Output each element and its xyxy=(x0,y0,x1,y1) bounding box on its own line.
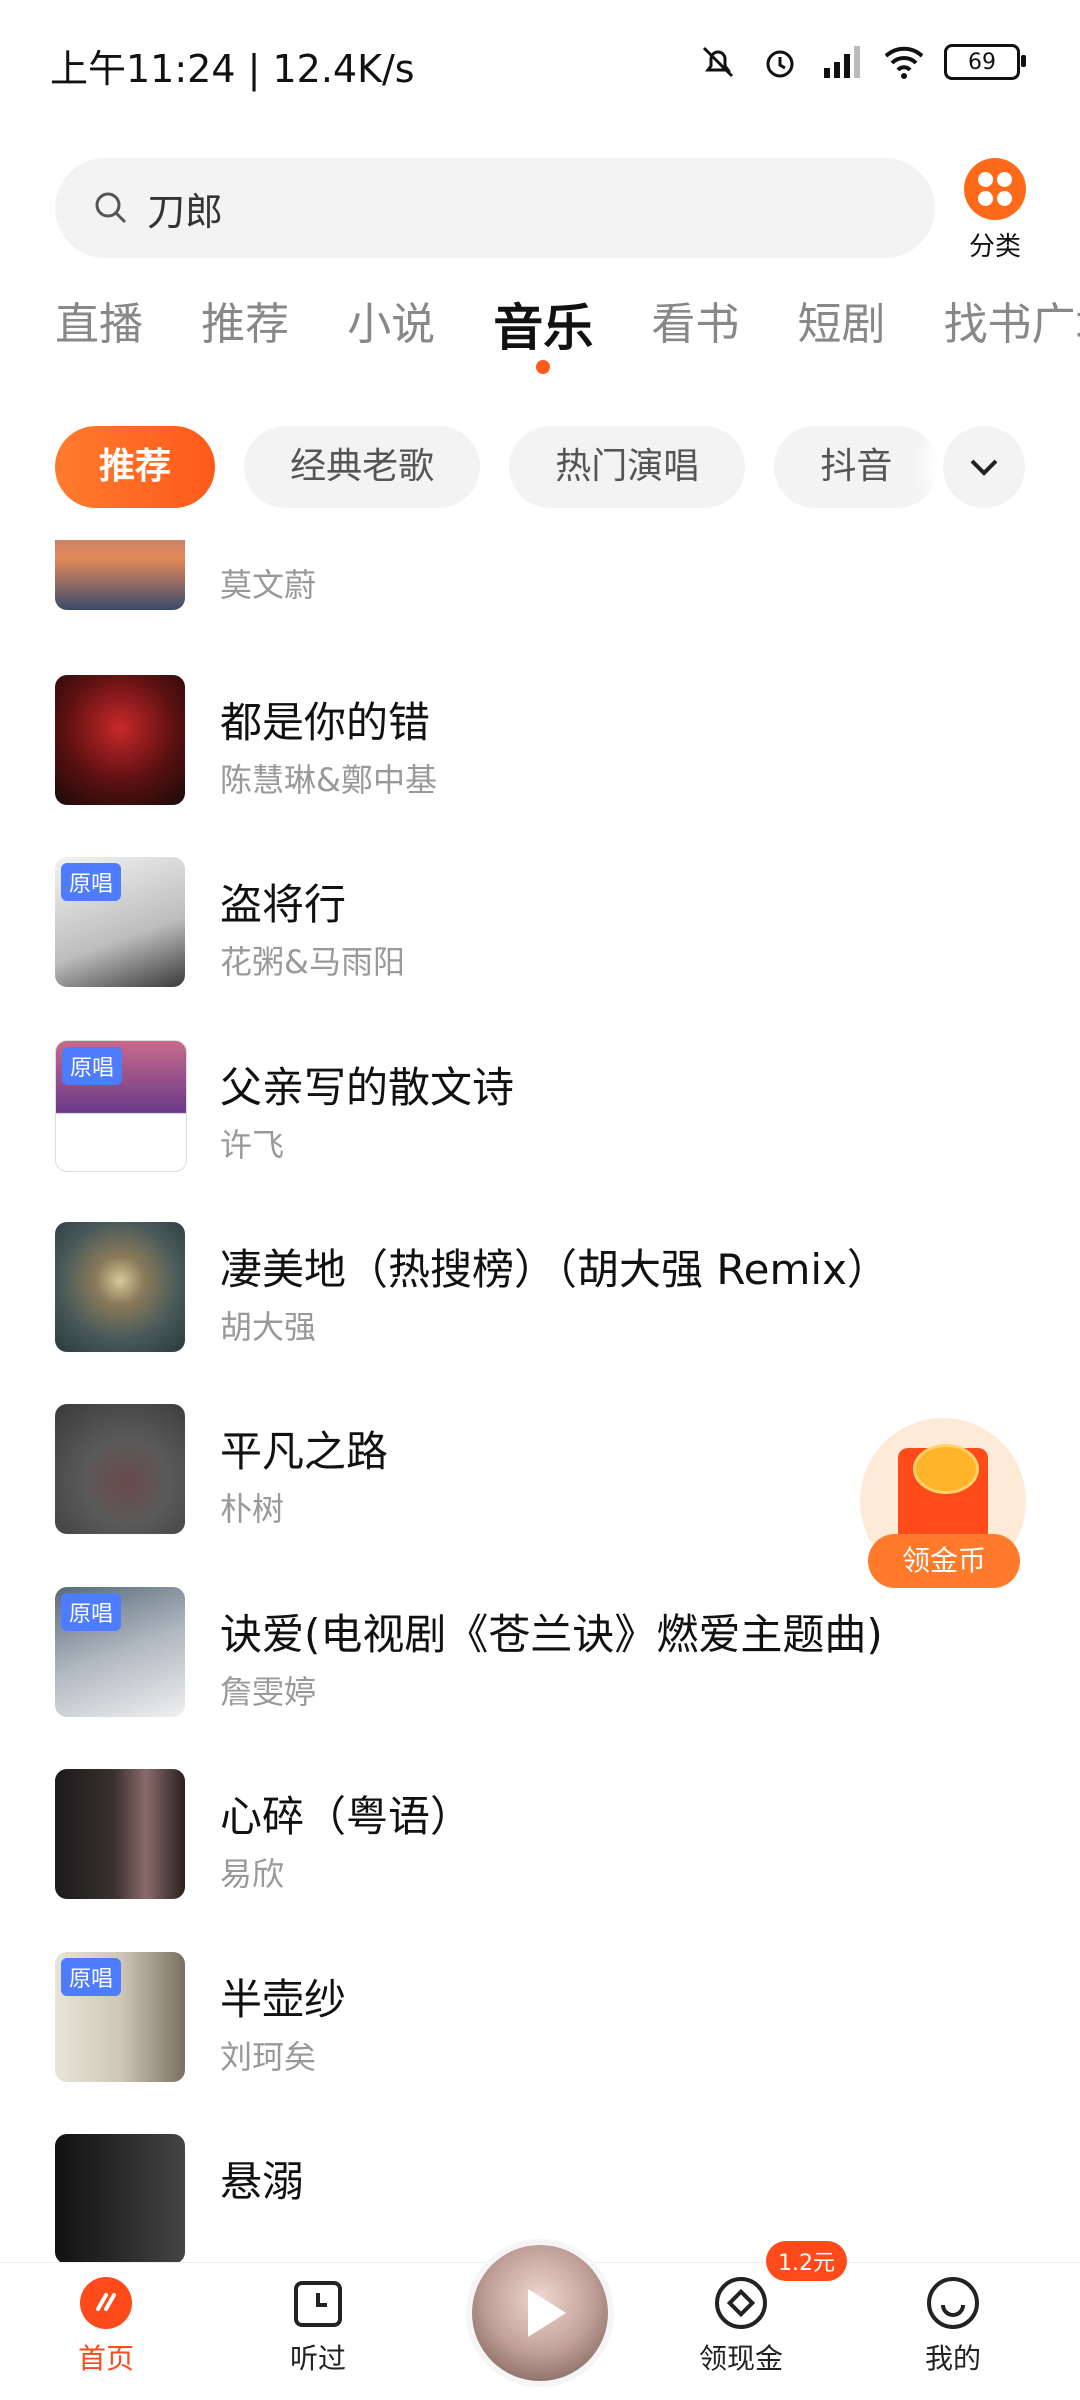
chip-douyin[interactable]: 抖音 xyxy=(774,426,939,508)
song-artist: 詹雯婷 xyxy=(220,1673,317,1711)
reward-label: 领金币 xyxy=(868,1534,1020,1588)
search-icon xyxy=(95,192,127,224)
song-artist: 易欣 xyxy=(220,1855,285,1893)
red-envelope-icon xyxy=(898,1444,988,1548)
grid-icon xyxy=(964,158,1026,220)
mute-bell-icon xyxy=(696,40,740,84)
nav-history-label: 听过 xyxy=(289,2342,346,2375)
song-artist: 许飞 xyxy=(220,1126,285,1164)
song-title: 半壶纱 xyxy=(220,1975,347,2024)
song-artist: 刘珂矣 xyxy=(220,2038,317,2076)
album-cover xyxy=(55,675,185,805)
main-tabs: 直播 推荐 小说 音乐 看书 短剧 找书广场 xyxy=(55,288,1080,378)
song-row[interactable]: 原唱 父亲写的散文诗 许飞 xyxy=(0,1040,1080,1226)
tab-music-label: 音乐 xyxy=(493,299,594,357)
song-artist: 莫文蔚 xyxy=(220,566,317,604)
album-cover: 原唱 xyxy=(55,1952,185,2082)
song-title: 心碎（粤语） xyxy=(220,1792,473,1841)
signal-icon xyxy=(820,40,864,84)
reward-float-button[interactable]: 领金币 xyxy=(860,1418,1026,1593)
song-row[interactable]: 原唱 诀爱(电视剧《苍兰诀》燃爱主题曲) 詹雯婷 xyxy=(0,1587,1080,1773)
original-badge: 原唱 xyxy=(61,1958,122,1996)
song-title: 父亲写的散文诗 xyxy=(220,1063,515,1112)
song-row[interactable]: 原唱 盗将行 花粥&马雨阳 xyxy=(0,857,1080,1043)
search-input[interactable]: 刀郎 xyxy=(55,158,935,258)
bottom-nav: 首页 听过 领现金 1.2元 我的 xyxy=(0,2241,1080,2400)
alarm-icon xyxy=(758,40,802,84)
now-playing-button[interactable] xyxy=(472,2245,608,2381)
album-cover xyxy=(55,1769,185,1899)
original-badge: 原唱 xyxy=(61,863,122,901)
song-artist: 朴树 xyxy=(220,1490,285,1528)
song-row[interactable]: 原唱 半壶纱 刘珂矣 xyxy=(0,1952,1080,2138)
song-title: 都是你的错 xyxy=(220,698,431,747)
song-row[interactable]: 心碎（粤语） 易欣 xyxy=(0,1769,1080,1955)
song-artist: 胡大强 xyxy=(220,1308,317,1346)
song-row[interactable]: 凄美地（热搜榜）（胡大强 Remix） 胡大强 xyxy=(0,1222,1080,1408)
status-time: 上午11:24 | 12.4K/s xyxy=(50,47,415,91)
album-cover xyxy=(55,1404,185,1534)
song-artist: 花粥&马雨阳 xyxy=(220,943,405,981)
wifi-icon xyxy=(882,40,926,84)
search-query: 刀郎 xyxy=(147,189,224,234)
nav-home[interactable]: 首页 xyxy=(41,2275,171,2377)
song-title: 悬溺 xyxy=(220,2157,305,2206)
tab-music[interactable]: 音乐 xyxy=(493,288,594,374)
song-artist: 陈慧琳&鄭中基 xyxy=(220,761,437,799)
filter-chips: 推荐 经典老歌 热门演唱 抖音 xyxy=(55,426,1015,508)
song-list: 莫文蔚 都是你的错 陈慧琳&鄭中基 原唱 盗将行 花粥&马雨阳 原唱 父亲写的散… xyxy=(0,540,1080,2262)
nav-home-label: 首页 xyxy=(77,2342,134,2375)
gold-coin-icon xyxy=(913,1444,979,1494)
tab-live[interactable]: 直播 xyxy=(55,288,143,352)
album-cover xyxy=(55,2134,185,2262)
song-row[interactable]: 莫文蔚 xyxy=(0,540,1080,666)
album-cover xyxy=(55,1222,185,1352)
nav-cash[interactable]: 领现金 xyxy=(676,2275,806,2377)
tab-recommend[interactable]: 推荐 xyxy=(201,288,289,352)
app-screen: 上午11:24 | 12.4K/s 69 刀郎 分类 直播 推荐 小说 音乐 看… xyxy=(0,0,1080,2400)
chevron-down-icon xyxy=(970,459,998,476)
status-bar: 上午11:24 | 12.4K/s 69 xyxy=(0,0,1080,128)
original-badge: 原唱 xyxy=(62,1047,123,1085)
expand-chips-button[interactable] xyxy=(943,426,1025,508)
song-title: 平凡之路 xyxy=(220,1427,389,1476)
tab-reading[interactable]: 看书 xyxy=(651,288,739,352)
album-cover xyxy=(55,540,185,610)
original-badge: 原唱 xyxy=(61,1593,122,1631)
chip-hot-singing[interactable]: 热门演唱 xyxy=(509,426,746,508)
nav-mine-label: 我的 xyxy=(924,2342,981,2375)
song-title: 诀爱(电视剧《苍兰诀》燃爱主题曲) xyxy=(220,1610,883,1659)
category-label: 分类 xyxy=(968,232,1021,262)
play-icon xyxy=(528,2289,566,2337)
coin-diamond-icon xyxy=(713,2275,769,2331)
nav-history[interactable]: 听过 xyxy=(253,2275,383,2377)
nav-cash-label: 领现金 xyxy=(698,2342,783,2375)
tab-short-drama[interactable]: 短剧 xyxy=(797,288,885,352)
tab-novel[interactable]: 小说 xyxy=(347,288,435,352)
active-tab-indicator xyxy=(536,360,551,374)
history-icon xyxy=(290,2275,346,2331)
cash-badge: 1.2元 xyxy=(766,2241,847,2281)
song-title: 凄美地（热搜榜）（胡大强 Remix） xyxy=(220,1245,889,1294)
song-title: 盗将行 xyxy=(220,880,347,929)
tab-book-plaza[interactable]: 找书广场 xyxy=(944,288,1080,352)
category-button[interactable]: 分类 xyxy=(958,158,1032,263)
battery-icon: 69 xyxy=(944,44,1026,80)
home-icon xyxy=(78,2275,134,2331)
nav-mine[interactable]: 我的 xyxy=(888,2275,1018,2377)
status-icons: 69 xyxy=(696,40,1026,84)
chip-classic-songs[interactable]: 经典老歌 xyxy=(244,426,481,508)
album-cover: 原唱 xyxy=(55,1587,185,1717)
song-row[interactable]: 悬溺 xyxy=(0,2134,1080,2262)
album-cover: 原唱 xyxy=(55,857,185,987)
album-cover: 原唱 xyxy=(55,1040,187,1172)
chip-recommend[interactable]: 推荐 xyxy=(55,426,216,508)
smile-icon xyxy=(925,2275,981,2331)
song-row[interactable]: 都是你的错 陈慧琳&鄭中基 xyxy=(0,675,1080,861)
